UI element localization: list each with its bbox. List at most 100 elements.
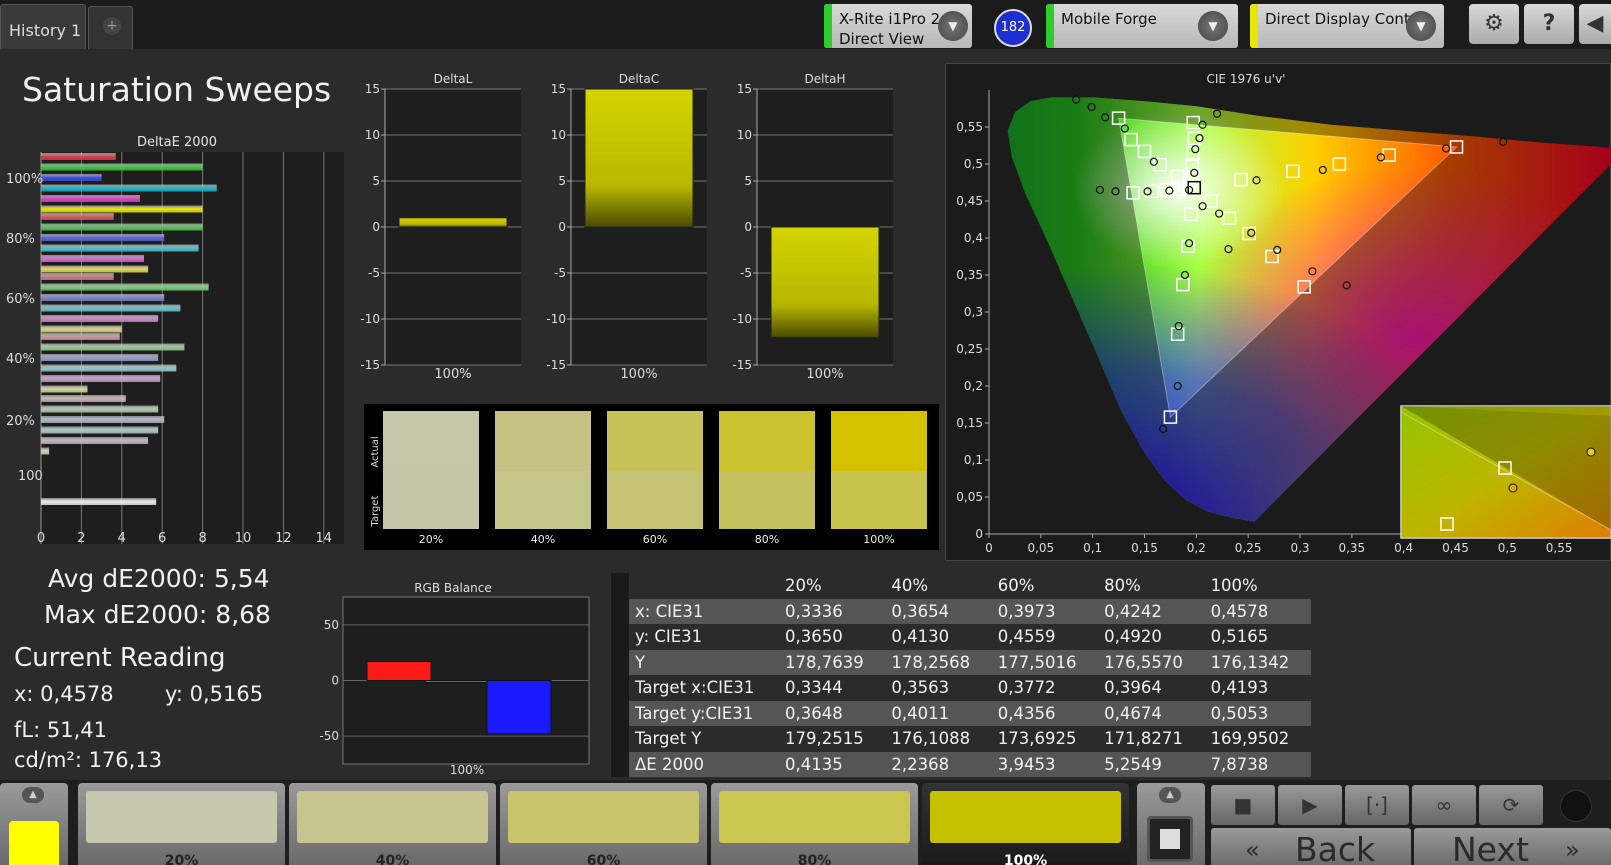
deltae-bar [41, 273, 114, 280]
table-row: Target y:CIE31 0,3648 0,4011 0,4356 0,4674 0,… [611, 700, 1311, 726]
refresh-button[interactable]: ⟳ [1479, 785, 1543, 825]
chevron-up-icon[interactable]: ▲ [22, 787, 44, 803]
help-button[interactable]: ? [1524, 4, 1574, 44]
current-reading-label: Current Reading [14, 643, 226, 673]
deltae-row-label: 80% [6, 232, 35, 247]
rgb-balance-chart: RGB Balance 50 0 -50 100% [319, 581, 590, 777]
table-cell: 178,7639 [779, 649, 886, 675]
patch-label: 100% [1003, 853, 1048, 865]
table-cell: 0,4242 [1098, 598, 1205, 624]
patch-label: 60% [586, 853, 621, 865]
add-tab-button[interactable]: + [88, 6, 133, 49]
patch-label: 40% [375, 853, 410, 865]
delta-ytick-label: 5 [372, 174, 380, 188]
play-button[interactable]: ▶ [1278, 785, 1342, 825]
target-swatch [607, 471, 703, 529]
rgb-bar [486, 680, 552, 735]
page-title: Saturation Sweeps [22, 70, 332, 109]
swatch-label: 40% [530, 533, 556, 546]
deltae-bar [41, 447, 50, 455]
cie-ytick-label: 0 [975, 527, 983, 541]
table-cell: 0,3650 [779, 624, 886, 650]
deltae-row-label: 60% [6, 292, 35, 307]
table-column-header: 100% [1204, 573, 1311, 599]
patch-button[interactable]: 80% [711, 783, 918, 865]
delta-chart-title: DeltaC [619, 72, 659, 86]
display-name: Mobile Forge [1061, 10, 1157, 28]
deltae-xtick-label: 2 [77, 531, 85, 546]
patch-button[interactable]: 100% [922, 783, 1129, 865]
deltae-xtick-label: 8 [198, 531, 206, 546]
stop-measure-button[interactable] [1147, 816, 1193, 862]
meter-selector[interactable]: X-Rite i1Pro 2 Direct View ▼ [824, 4, 972, 48]
back-button[interactable]: « Back [1211, 828, 1411, 865]
refresh-icon: ⟳ [1502, 793, 1520, 817]
actual-swatch [383, 411, 479, 471]
delta-ytick-label: 5 [558, 174, 566, 188]
delta-ytick-label: -10 [732, 312, 752, 326]
deltae-bar [41, 255, 145, 262]
pattern-source-selector[interactable]: Direct Display Control ▼ [1250, 4, 1444, 48]
actual-swatch [719, 411, 815, 471]
deltae-bar [41, 498, 157, 505]
table-row: Target Y 179,2515 176,1088 173,6925 171,8271… [611, 726, 1311, 752]
delta-chart-title: DeltaH [804, 72, 845, 86]
stop-button[interactable]: ■ [1211, 785, 1275, 825]
deltae-bar [41, 364, 177, 372]
delta-chart-deltah: DeltaH 15 10 5 0 -5 -10 -15 100% [732, 72, 893, 382]
footlamberts-value: fL: 51,41 [14, 718, 107, 742]
measure-single-button[interactable]: [·] [1345, 785, 1409, 825]
chevron-down-icon[interactable]: ▼ [1406, 11, 1436, 41]
delta-ytick-label: 15 [737, 82, 752, 96]
rgb-ytick-label: 0 [331, 674, 339, 688]
pattern-source-name: Direct Display Control [1265, 10, 1429, 28]
zoom-measured-point [1508, 483, 1518, 493]
swatch-pair [719, 411, 815, 529]
patch-button[interactable]: 40% [289, 783, 496, 865]
delta-chart-deltal: DeltaL 15 10 5 0 -5 -10 -15 100% [360, 72, 521, 382]
delta-ytick-label: 0 [744, 220, 752, 234]
settings-button[interactable]: ⚙ [1469, 4, 1519, 44]
record-indicator [1560, 790, 1592, 822]
cie-xtick-label: 0,1 [1083, 541, 1102, 555]
deltae-x-axis: 0 2 4 6 8 10 12 14 [37, 531, 332, 546]
cie-xtick-label: 0,4 [1394, 541, 1413, 555]
chevron-down-icon[interactable]: ▼ [1198, 11, 1228, 41]
delta-ytick-label: -15 [546, 358, 566, 372]
table-cell: 0,4578 [1204, 598, 1311, 624]
table-row-label: ΔE 2000 [629, 751, 779, 777]
cie-ytick-label: 0,25 [956, 342, 983, 356]
deltae-bar [41, 395, 126, 402]
swatch-pair [831, 411, 927, 529]
table-cell: 176,1088 [885, 726, 992, 752]
rgb-balance-title: RGB Balance [414, 581, 492, 595]
top-bar: History 1 + X-Rite i1Pro 2 Direct View ▼… [0, 0, 1611, 49]
meter-name: X-Rite i1Pro 2 [839, 10, 941, 28]
table-cell: 0,3654 [885, 598, 992, 624]
chevron-down-icon[interactable]: ▼ [938, 11, 968, 41]
rgb-bar [366, 661, 432, 681]
table-cell: 176,1342 [1204, 649, 1311, 675]
chevron-up-icon[interactable]: ▲ [1159, 787, 1181, 803]
next-button-label: Next [1452, 830, 1529, 865]
back-button-label: Back [1295, 830, 1376, 865]
deltae-bar [41, 385, 88, 393]
table-cell: 0,4193 [1204, 675, 1311, 701]
history-tab[interactable]: History 1 [0, 4, 86, 49]
target-swatch [383, 471, 479, 529]
table-cell: 5,2549 [1098, 751, 1205, 777]
target-label: Target [370, 495, 381, 527]
table-stub [611, 649, 629, 675]
patch-button[interactable]: 20% [78, 783, 285, 865]
next-button[interactable]: Next » [1414, 828, 1611, 865]
table-cell: 0,4135 [779, 751, 886, 777]
display-selector[interactable]: Mobile Forge ▼ [1046, 4, 1238, 48]
continuous-button[interactable]: ∞ [1412, 785, 1476, 825]
deltae-bar [41, 315, 159, 322]
table-stub [611, 573, 629, 599]
delta-chart-title: DeltaL [434, 72, 473, 86]
collapse-button[interactable]: ◀ [1579, 4, 1611, 44]
patch-button[interactable]: 60% [500, 783, 707, 865]
pattern-status-stripe [1250, 4, 1258, 48]
cie-xtick-label: 0,3 [1290, 541, 1309, 555]
